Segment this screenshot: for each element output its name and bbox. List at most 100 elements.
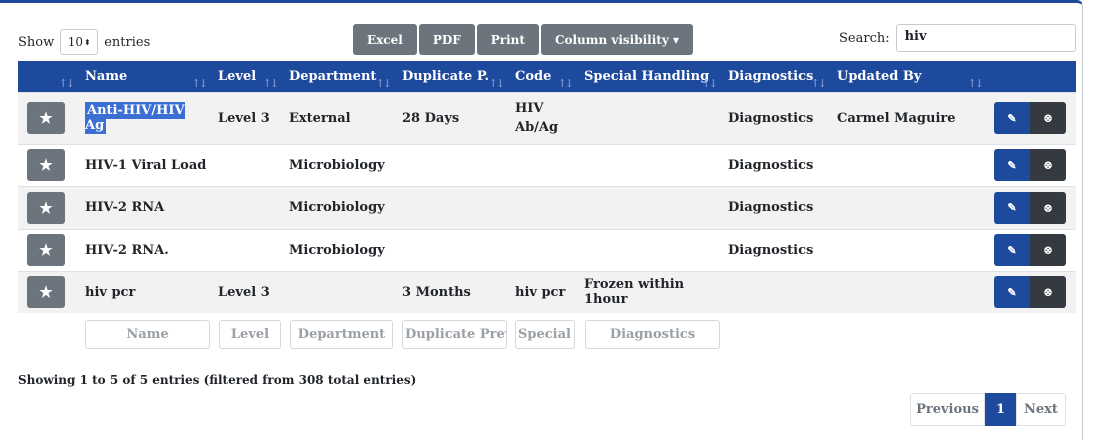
edit-icon: ✎: [1007, 285, 1017, 299]
delete-button[interactable]: ⊗: [1030, 149, 1066, 181]
star-icon: ★: [39, 156, 53, 174]
sort-icon: ↑↓: [967, 76, 985, 90]
edit-icon: ✎: [1007, 158, 1017, 172]
row-updated-by: [829, 229, 986, 271]
filter-special-input[interactable]: Special Ha: [515, 320, 575, 349]
tests-table: ↑↓ Name ↑↓ Level ↑↓ Department ↑↓ Duplicate…: [18, 61, 1076, 313]
column-visibility-button[interactable]: Column visibility ▾: [540, 24, 694, 55]
filter-level-input[interactable]: Level: [219, 320, 281, 349]
star-icon: ★: [39, 241, 53, 259]
header-updated-by[interactable]: Updated By ↑↓: [829, 61, 986, 92]
sort-arrows-icon: ⬍: [84, 37, 91, 47]
row-level: [210, 229, 281, 271]
sort-icon: ↑↓: [262, 76, 280, 90]
close-circle-icon: ⊗: [1042, 158, 1054, 172]
row-special: [576, 144, 720, 186]
row-name: Anti-HIV/HIV Ag: [85, 102, 185, 134]
table-row: ★ HIV-1 Viral Load Microbiology Diagnost…: [18, 144, 1076, 186]
previous-page-button[interactable]: Previous: [910, 393, 985, 426]
row-updated-by: Carmel Maguire: [837, 110, 956, 126]
search-input[interactable]: hiv: [895, 24, 1076, 52]
delete-button[interactable]: ⊗: [1030, 191, 1066, 224]
sort-icon: ↑↓: [701, 76, 719, 90]
filter-name-input[interactable]: Name: [85, 320, 210, 349]
row-name: HIV-1 Viral Load: [85, 157, 207, 173]
delete-button[interactable]: ⊗: [1030, 102, 1066, 134]
row-duplicate: 3 Months: [402, 284, 471, 300]
export-buttons: Excel PDF Print Column visibility ▾: [353, 24, 694, 55]
row-updated-by: [829, 271, 986, 313]
row-diagnostics: Diagnostics: [728, 242, 814, 258]
sort-icon: ↑↓: [488, 76, 506, 90]
header-code[interactable]: Code ↑↓: [507, 61, 576, 92]
edit-button[interactable]: ✎: [994, 234, 1030, 266]
row-special: [576, 229, 720, 271]
table-info: Showing 1 to 5 of 5 entries (filtered fr…: [18, 373, 417, 387]
page-1-button[interactable]: 1: [985, 393, 1016, 426]
header-duplicate[interactable]: Duplicate P. ↑↓: [394, 61, 507, 92]
star-button[interactable]: ★: [27, 234, 65, 266]
header-name[interactable]: Name ↑↓: [77, 61, 210, 92]
row-special: [576, 186, 720, 229]
search-box: Search: hiv: [839, 24, 1076, 52]
close-circle-icon: ⊗: [1042, 200, 1054, 215]
row-name: HIV-2 RNA.: [85, 242, 169, 258]
delete-button[interactable]: ⊗: [1030, 234, 1066, 266]
table-header-row: ↑↓ Name ↑↓ Level ↑↓ Department ↑↓ Duplicate…: [18, 61, 1076, 92]
table-row: ★ hiv pcr Level 3 3 Months hiv pcr Froze…: [18, 271, 1076, 313]
edit-button[interactable]: ✎: [994, 102, 1030, 134]
row-updated-by: [829, 186, 986, 229]
table-row: ★ HIV-2 RNA. Microbiology Diagnostics ✎ ⊗: [18, 229, 1076, 271]
sort-icon: ↑↓: [375, 76, 393, 90]
row-code: HIV Ab/Ag: [515, 101, 559, 135]
print-button[interactable]: Print: [476, 24, 539, 55]
star-button[interactable]: ★: [27, 102, 65, 134]
row-level: [210, 144, 281, 186]
length-suffix: entries: [104, 34, 151, 50]
next-page-button[interactable]: Next: [1016, 393, 1066, 426]
row-name: HIV-2 RNA: [85, 200, 165, 215]
row-diagnostics: [720, 271, 829, 313]
star-icon: ★: [39, 109, 53, 127]
row-name: hiv pcr: [85, 284, 136, 300]
header-special-handling[interactable]: Special Handling ↑↓: [576, 61, 720, 92]
star-button[interactable]: ★: [27, 276, 65, 309]
header-level[interactable]: Level ↑↓: [210, 61, 281, 92]
length-menu: Show 10 ⬍ entries: [18, 29, 150, 55]
pdf-button[interactable]: PDF: [418, 24, 475, 55]
star-button[interactable]: ★: [27, 191, 65, 224]
row-diagnostics: Diagnostics: [728, 200, 814, 215]
star-button[interactable]: ★: [27, 149, 65, 181]
edit-button[interactable]: ✎: [994, 149, 1030, 181]
header-diagnostics[interactable]: Diagnostics ↑↓: [720, 61, 829, 92]
pagination: Previous 1 Next: [910, 393, 1066, 426]
delete-button[interactable]: ⊗: [1030, 276, 1066, 309]
table-row: ★ HIV-2 RNA Microbiology Diagnostics ✎ ⊗: [18, 186, 1076, 229]
header-favorite[interactable]: ↑↓: [18, 61, 77, 92]
row-duplicate: [394, 144, 507, 186]
length-value: 10: [67, 35, 84, 49]
length-select[interactable]: 10 ⬍: [60, 29, 99, 55]
row-level: Level 3: [218, 110, 270, 126]
row-level: Level 3: [218, 284, 270, 300]
excel-button[interactable]: Excel: [353, 24, 417, 55]
row-duplicate: [394, 186, 507, 229]
row-code: [507, 144, 576, 186]
edit-icon: ✎: [1007, 111, 1017, 125]
filter-diagnostics-input[interactable]: Diagnostics: [585, 320, 720, 349]
header-department[interactable]: Department ↑↓: [281, 61, 394, 92]
row-diagnostics: Diagnostics: [728, 157, 814, 173]
sort-icon: ↑↓: [58, 76, 76, 90]
filter-department-input[interactable]: Department: [290, 320, 393, 349]
edit-button[interactable]: ✎: [994, 191, 1030, 224]
star-icon: ★: [39, 283, 53, 302]
sort-icon: ↑↓: [191, 76, 209, 90]
edit-button[interactable]: ✎: [994, 276, 1030, 309]
close-circle-icon: ⊗: [1042, 243, 1054, 257]
length-prefix: Show: [18, 34, 55, 50]
row-special: [576, 92, 720, 144]
row-diagnostics: Diagnostics: [728, 110, 814, 126]
row-special: Frozen within 1hour: [584, 277, 685, 308]
row-department: External: [289, 110, 351, 126]
filter-duplicate-input[interactable]: Duplicate Prevent: [402, 320, 507, 349]
